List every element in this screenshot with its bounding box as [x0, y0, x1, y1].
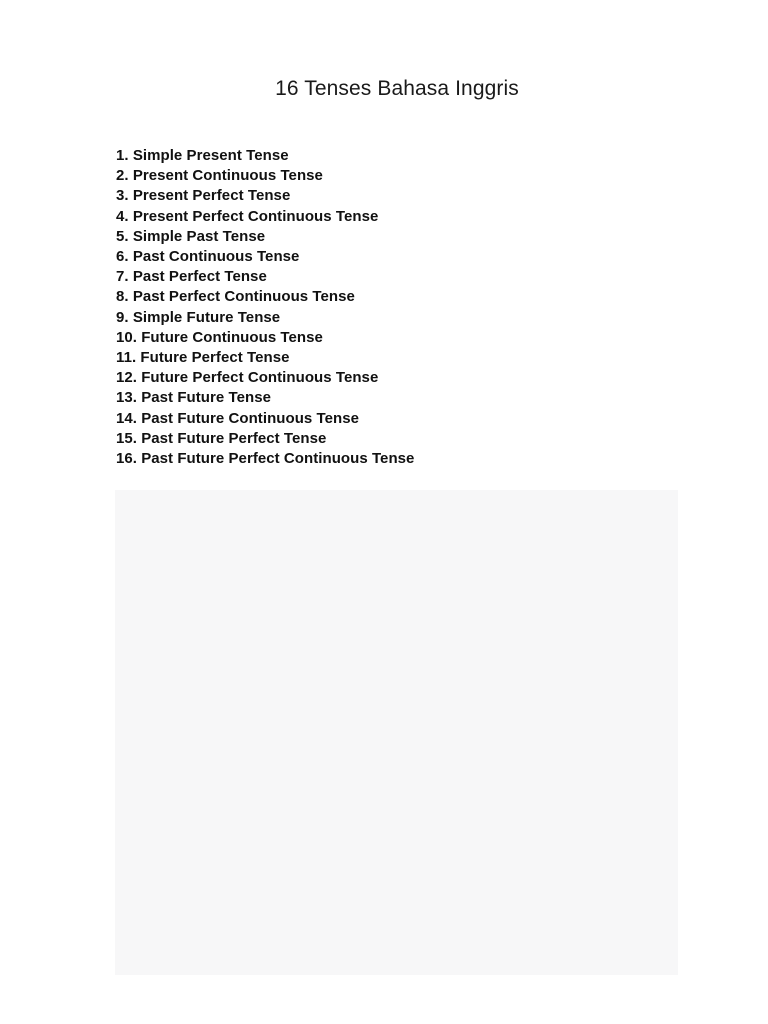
list-item-text: 7. Past Perfect Tense	[116, 268, 267, 286]
list-item: 2. Present Continuous Tense	[116, 166, 414, 186]
list-item-text: 8. Past Perfect Continuous Tense	[116, 288, 355, 306]
list-item: 12. Future Perfect Continuous Tense	[116, 368, 414, 388]
list-item-text: 10. Future Continuous Tense	[116, 328, 323, 346]
list-item-text: 1. Simple Present Tense	[116, 147, 289, 164]
list-item-text: 14. Past Future Continuous Tense	[116, 409, 360, 427]
page-title: 16 Tenses Bahasa Inggris	[275, 77, 519, 100]
image-placeholder	[115, 490, 678, 975]
list-item: 16. Past Future Perfect Continuous Tense	[116, 449, 414, 469]
list-item: 9. Simple Future Tense	[116, 308, 414, 328]
list-item-text: 5. Simple Past Tense	[116, 227, 266, 245]
list-item-text: 9. Simple Future Tense	[116, 308, 281, 326]
list-item: 14. Past Future Continuous Tense	[116, 409, 414, 429]
list-item: 6. Past Continuous Tense	[116, 247, 414, 267]
list-item: 7. Past Perfect Tense	[116, 267, 414, 287]
list-item-text: 13. Past Future Tense	[116, 389, 271, 407]
list-item: 5. Simple Past Tense	[116, 227, 414, 247]
list-item: 1. Simple Present Tense	[116, 146, 414, 166]
list-item: 8. Past Perfect Continuous Tense	[116, 287, 414, 307]
list-item-text: 4. Present Perfect Continuous Tense	[116, 207, 379, 225]
list-item: 11. Future Perfect Tense	[116, 348, 414, 368]
list-item-text: 2. Present Continuous Tense	[116, 167, 323, 185]
list-item-text: 16. Past Future Perfect Continuous Tense	[116, 450, 415, 468]
list-item-text: 3. Present Perfect Tense	[116, 187, 291, 205]
list-item-text: 11. Future Perfect Tense	[116, 349, 290, 367]
list-item: 13. Past Future Tense	[116, 388, 414, 408]
list-item-text: 12. Future Perfect Continuous Tense	[116, 369, 379, 387]
document-page: 16 Tenses Bahasa Inggris 1. Simple Prese…	[0, 0, 768, 1024]
list-item: 3. Present Perfect Tense	[116, 186, 414, 206]
list-item: 10. Future Continuous Tense	[116, 328, 414, 348]
list-item-text: 15. Past Future Perfect Tense	[116, 429, 327, 447]
tense-list: 1. Simple Present Tense 2. Present Conti…	[116, 146, 414, 469]
list-item-text: 6. Past Continuous Tense	[116, 248, 300, 266]
list-item: 4. Present Perfect Continuous Tense	[116, 207, 414, 227]
list-item: 15. Past Future Perfect Tense	[116, 429, 414, 449]
